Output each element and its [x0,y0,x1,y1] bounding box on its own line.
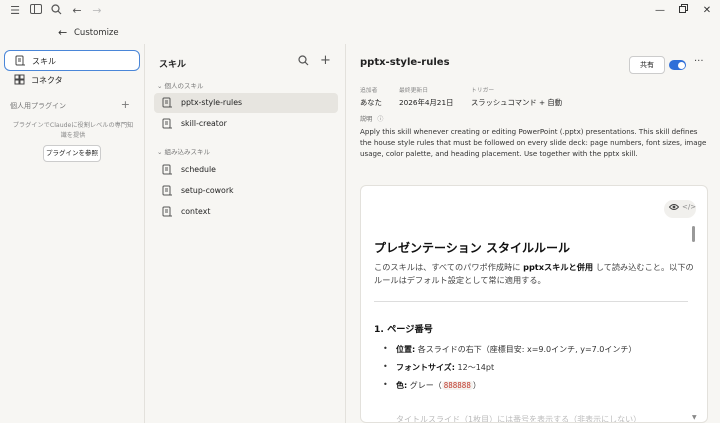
search-icon[interactable] [49,4,63,18]
section-heading: 1. ページ番号 [374,324,433,335]
bullet-dot: • [383,344,388,353]
sidebar-toggle-icon[interactable] [29,4,43,18]
customize-header: ← Customize [0,22,720,44]
skill-item-skill-creator[interactable]: skill-creator [154,114,338,134]
bullet-text: 各スライドの右下（座標目安: x=9.0インチ, y=7.0インチ） [415,345,637,354]
added-by-label: 追加者 [360,88,378,94]
skill-label: schedule [181,165,216,174]
minimize-icon[interactable]: — [653,4,667,18]
bullet-text: 12〜14pt [454,363,495,372]
sidebar-item-connectors[interactable]: コネクタ [4,70,140,91]
code-view-icon[interactable]: </> [682,203,696,211]
intro-bold-text: pptxスキルと併用 [523,262,594,272]
search-icon[interactable] [298,55,309,69]
skill-item-setup-cowork[interactable]: setup-cowork [154,181,338,201]
sidebar-item-label: コネクタ [31,76,63,85]
restore-icon[interactable] [676,4,690,18]
bullet-label: フォントサイズ: [396,363,455,372]
skill-name: pptx-style-rules [360,57,450,68]
skill-icon [162,97,173,111]
description-label-text: 説明 [360,116,373,123]
skill-item-context[interactable]: context [154,202,338,222]
section-label: 個人のスキル [164,82,204,90]
skills-list-panel: スキル + ⌄ 個人のスキル pptx-style-rules skill-cr… [144,44,346,423]
skill-icon [162,164,173,178]
added-by-value: あなた [360,98,382,107]
view-mode-toggle: </> [664,200,696,218]
plugins-description: プラグインでClaudeに役割レベルの専門知識を提供 [12,122,134,139]
skill-document-viewer[interactable]: </> プレゼンテーション スタイルルール このスキルは、すべてのパワポ作成時に… [360,185,708,423]
browse-plugins-button[interactable]: プラグインを参照 [43,145,101,162]
skill-item-pptx-style-rules[interactable]: pptx-style-rules [154,93,338,113]
back-arrow-icon[interactable]: ← [58,26,67,39]
skill-icon [162,118,173,132]
description-label: 説明 ⓘ [360,114,383,123]
menu-icon[interactable]: ☰ [8,4,22,18]
bullet-label: 色: [396,381,408,390]
personal-skills-heading[interactable]: ⌄ 個人のスキル [157,80,204,90]
updated-label: 最終更新日 [399,88,428,94]
enable-toggle[interactable] [669,60,686,70]
skill-label: context [181,207,211,216]
skill-icon [162,185,173,199]
close-icon[interactable]: ✕ [700,4,714,18]
customize-label: Customize [74,28,119,38]
bullet-label: 位置: [396,345,416,354]
skill-item-schedule[interactable]: schedule [154,160,338,180]
trigger-value: スラッシュコマンド + 自動 [471,98,563,107]
skill-label: setup-cowork [181,186,234,195]
bullet-dot: • [383,362,388,371]
share-button[interactable]: 共有 [629,56,665,74]
sidebar: スキル コネクタ 個人用プラグイン + プラグインでClaudeに役割レベルの専… [0,44,144,423]
plugins-heading: 個人用プラグイン + [10,98,134,111]
chevron-down-icon: ⌄ [157,148,163,156]
info-icon[interactable]: ⓘ [377,116,383,123]
chevron-down-icon: ⌄ [157,82,163,90]
more-options-icon[interactable]: ··· [694,56,704,67]
updated-value: 2026年4月21日 [399,98,454,107]
trigger-label: トリガー [471,88,495,94]
divider [374,301,688,302]
bullet-text-tail: ） [472,381,481,390]
scrollbar[interactable] [692,226,695,242]
bullet-dot: • [383,380,388,389]
skill-icon [15,55,26,69]
add-plugin-icon[interactable]: + [121,98,130,111]
section-label: 組み込みスキル [164,148,211,156]
document-title: プレゼンテーション スタイルルール [374,241,570,255]
skills-title: スキル [159,60,187,70]
title-bar: ☰ ← → — ✕ [0,0,720,22]
skill-detail-panel: pptx-style-rules 共有 ··· 追加者 あなた 最終更新日 20… [347,44,720,423]
back-arrow-icon[interactable]: ← [70,4,84,18]
sidebar-item-skills[interactable]: スキル [4,50,140,71]
skill-label: pptx-style-rules [181,98,243,107]
scroll-down-icon[interactable]: ▼ [692,414,697,421]
document-intro: このスキルは、すべてのパワポ作成時に pptxスキルと併用 して読み込むこと。以… [374,261,694,287]
skill-icon [162,206,173,220]
forward-arrow-icon[interactable]: → [90,4,104,18]
connector-icon [14,74,25,88]
color-code: 888888 [441,381,473,390]
plugins-heading-label: 個人用プラグイン [10,102,66,110]
sidebar-item-label: スキル [32,57,56,66]
bullet-text: グレー（ [407,381,442,390]
intro-text: このスキルは、すべてのパワポ作成時に [374,262,524,272]
add-skill-icon[interactable]: + [320,53,331,68]
list-item-partial: タイトルスライド（1枚目）には番号を表示する（非表示にしない） [396,415,642,423]
preview-eye-icon[interactable] [668,203,680,213]
skill-label: skill-creator [181,119,227,128]
description-text: Apply this skill whenever creating or ed… [360,127,707,158]
builtin-skills-heading[interactable]: ⌄ 組み込みスキル [157,146,210,156]
